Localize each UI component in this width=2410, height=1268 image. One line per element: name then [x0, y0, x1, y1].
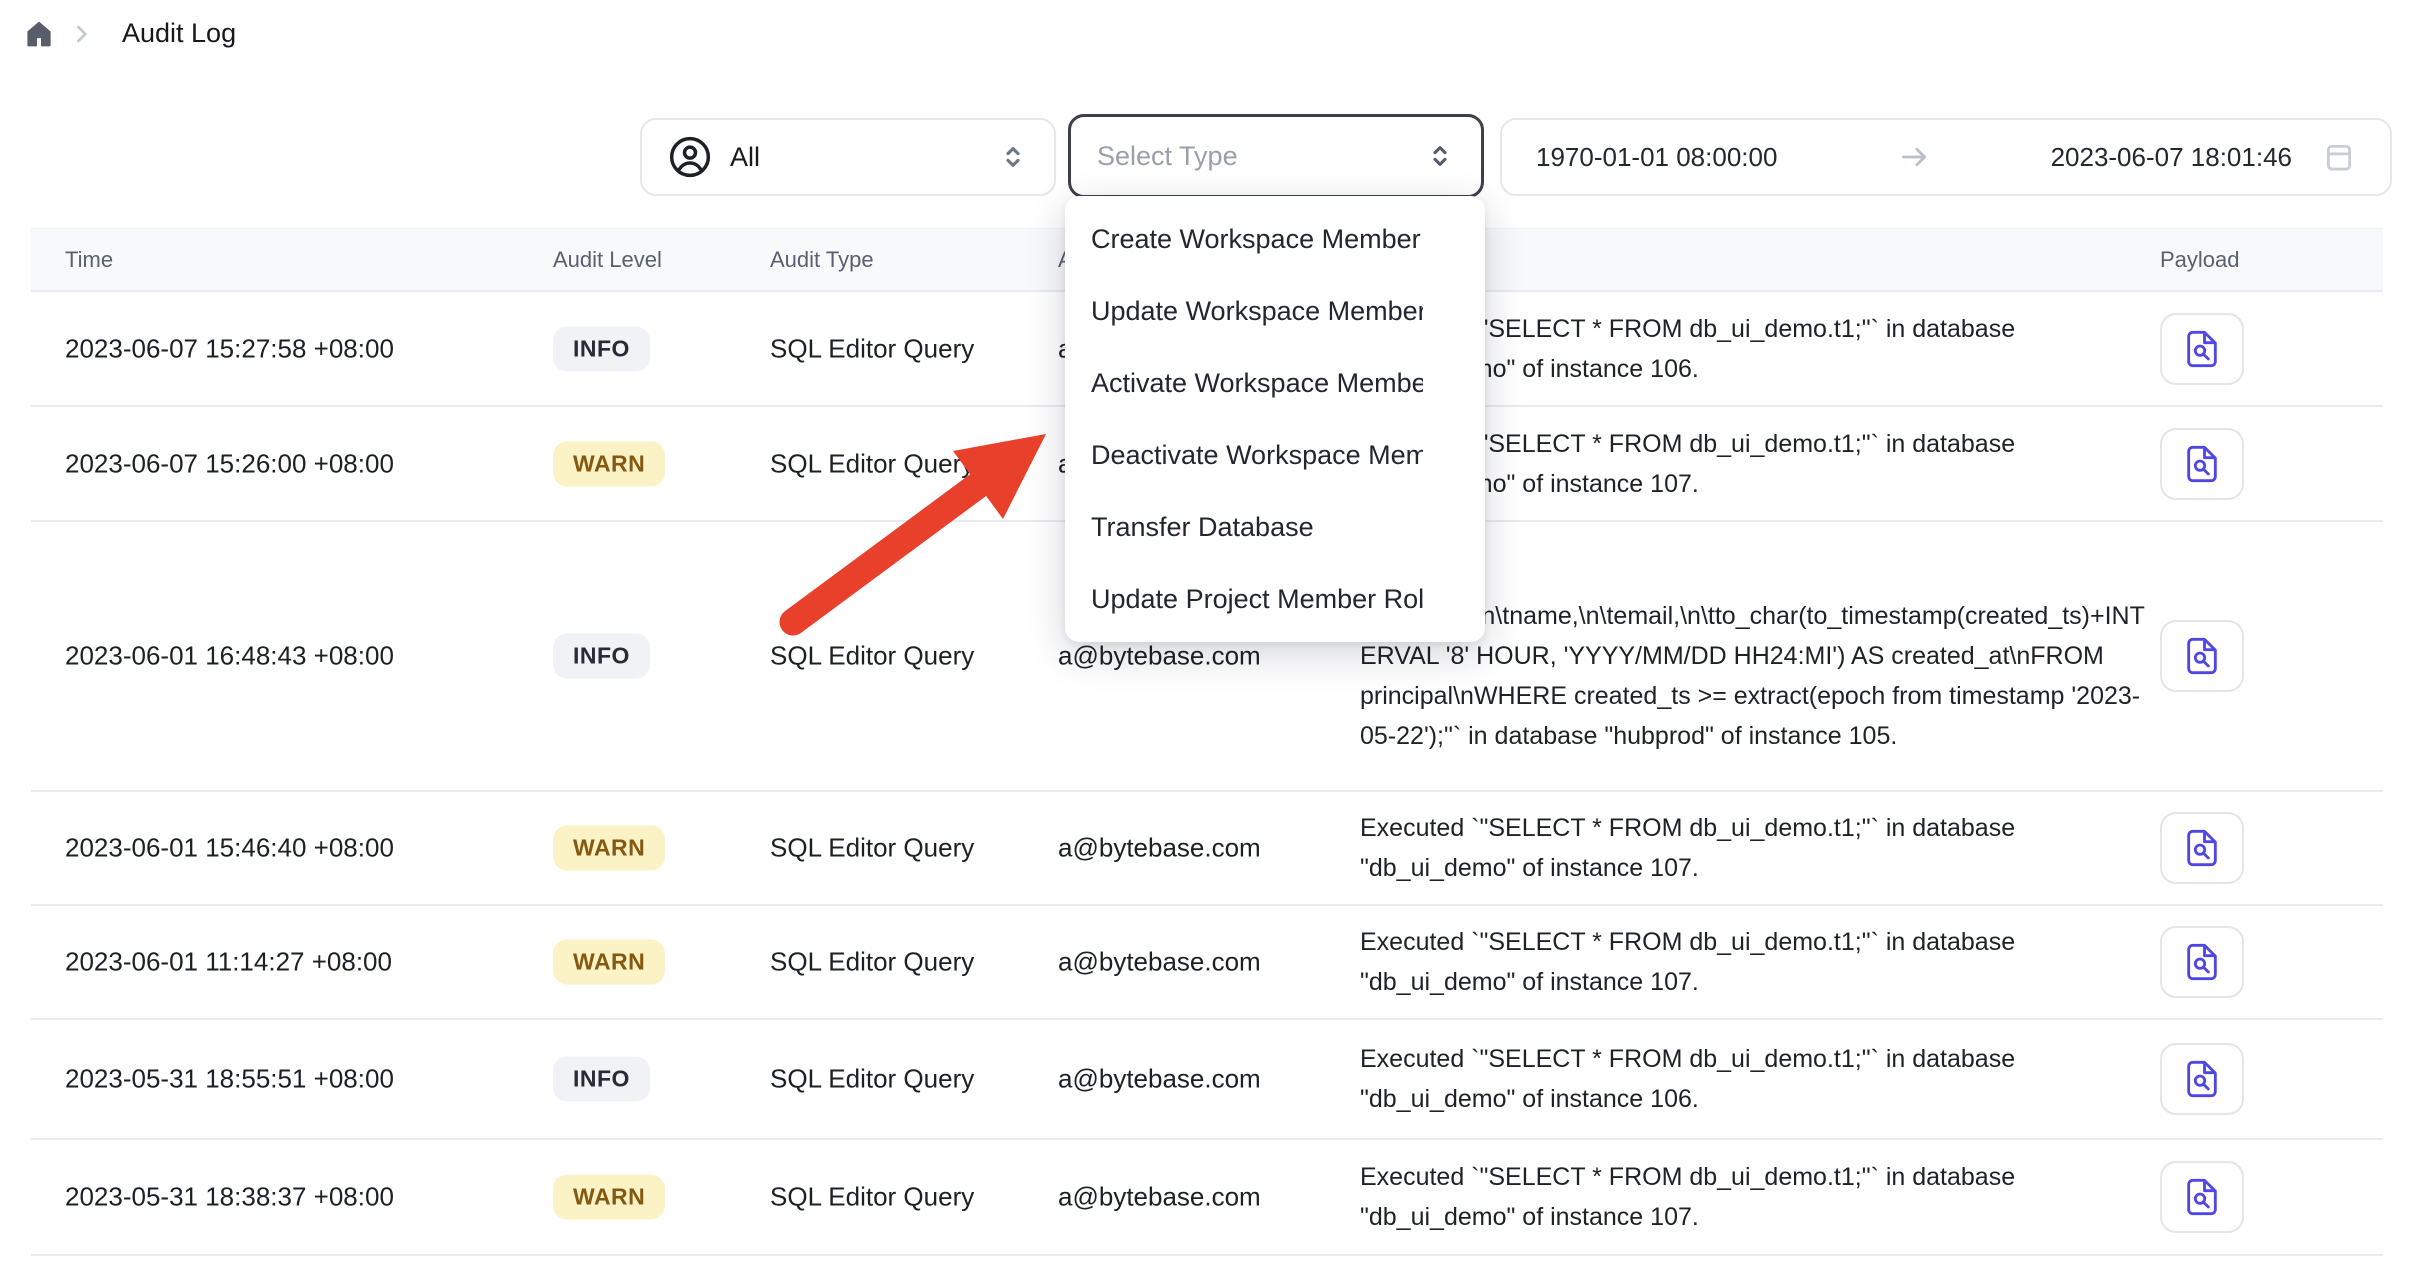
- type-menu-item[interactable]: Update Workspace Member: [1065, 275, 1485, 347]
- chevrons-up-down-icon: [1425, 141, 1455, 171]
- comment-cell: Executed `"SELECT * FROM db_ui_demo.t1;"…: [1360, 1039, 2145, 1119]
- audit-level-cell: WARN: [553, 940, 665, 985]
- chevron-right-icon: [68, 21, 94, 47]
- table-row: 2023-06-01 11:14:27 +08:00 WARN SQL Editor…: [31, 906, 2383, 1020]
- payload-cell: [2160, 926, 2244, 998]
- col-header-level: Audit Level: [553, 247, 662, 273]
- type-filter-select[interactable]: Select Type: [1068, 114, 1484, 198]
- breadcrumb: Audit Log: [24, 18, 236, 49]
- actor-filter-select[interactable]: All: [640, 118, 1056, 196]
- date-range-picker[interactable]: 1970-01-01 08:00:00 2023-06-07 18:01:46: [1500, 118, 2392, 196]
- type-menu-item-label: Update Project Member Role: [1091, 584, 1423, 615]
- type-menu-item[interactable]: Deactivate Workspace Member: [1065, 419, 1485, 491]
- payload-cell: [2160, 313, 2244, 385]
- audit-level-cell: INFO: [553, 1057, 650, 1102]
- table-row: 2023-05-31 18:38:37 +08:00 WARN SQL Editor…: [31, 1140, 2383, 1256]
- table-row: 2023-05-31 18:55:51 +08:00 INFO SQL Editor…: [31, 1020, 2383, 1140]
- payload-button[interactable]: [2160, 428, 2244, 500]
- next-row-sliver: [31, 1256, 2383, 1268]
- type-menu-item-label: Create Workspace Member: [1091, 224, 1423, 255]
- payload-cell: [2160, 620, 2244, 692]
- audit-level-cell: WARN: [553, 826, 665, 871]
- actor-cell: a@bytebase.com: [1058, 947, 1261, 978]
- chevrons-up-down-icon: [998, 142, 1028, 172]
- audit-level-cell: INFO: [553, 326, 650, 371]
- audit-type-cell: SQL Editor Query: [770, 1064, 974, 1095]
- file-search-icon: [2182, 329, 2222, 369]
- audit-level-badge: INFO: [553, 326, 650, 371]
- time-cell: 2023-06-07 15:26:00 +08:00: [65, 448, 394, 479]
- type-menu-item[interactable]: Transfer Database: [1065, 491, 1485, 563]
- file-search-icon: [2182, 636, 2222, 676]
- audit-level-badge: WARN: [553, 826, 665, 871]
- type-menu-item-label: Transfer Database: [1091, 512, 1423, 543]
- type-menu-item[interactable]: Update Project Member Role: [1065, 563, 1485, 635]
- type-filter-placeholder: Select Type: [1097, 141, 1238, 172]
- type-select-dropdown: Create Workspace Member Update Workspace …: [1065, 196, 1485, 642]
- page-title: Audit Log: [108, 18, 236, 49]
- payload-cell: [2160, 1161, 2244, 1233]
- date-range-start[interactable]: 1970-01-01 08:00:00: [1536, 142, 1777, 173]
- actor-filter-value: All: [730, 142, 760, 173]
- comment-cell: Executed `"SELECT * FROM db_ui_demo.t1;"…: [1360, 1157, 2145, 1237]
- col-header-time: Time: [65, 247, 113, 273]
- actor-cell: a@bytebase.com: [1058, 641, 1261, 672]
- col-header-type: Audit Type: [770, 247, 874, 273]
- circle-user-icon: [668, 135, 712, 179]
- audit-level-badge: WARN: [553, 940, 665, 985]
- file-search-icon: [2182, 942, 2222, 982]
- time-cell: 2023-06-01 11:14:27 +08:00: [65, 947, 392, 978]
- audit-level-cell: WARN: [553, 441, 665, 486]
- file-search-icon: [2182, 444, 2222, 484]
- type-menu-item[interactable]: Activate Workspace Member: [1065, 347, 1485, 419]
- file-search-icon: [2182, 1177, 2222, 1217]
- payload-button[interactable]: [2160, 313, 2244, 385]
- time-cell: 2023-06-07 15:27:58 +08:00: [65, 333, 394, 364]
- payload-button[interactable]: [2160, 1043, 2244, 1115]
- arrow-right-icon: [1897, 140, 1931, 174]
- audit-type-cell: SQL Editor Query: [770, 947, 974, 978]
- col-header-payload: Payload: [2160, 247, 2240, 273]
- audit-type-cell: SQL Editor Query: [770, 833, 974, 864]
- audit-level-badge: WARN: [553, 1175, 665, 1220]
- audit-level-cell: INFO: [553, 634, 650, 679]
- home-icon[interactable]: [24, 19, 54, 49]
- table-row: 2023-06-01 15:46:40 +08:00 WARN SQL Editor…: [31, 792, 2383, 906]
- payload-cell: [2160, 812, 2244, 884]
- actor-cell: a@bytebase.com: [1058, 1182, 1261, 1213]
- type-menu-item[interactable]: Create Workspace Member: [1065, 203, 1485, 275]
- time-cell: 2023-05-31 18:55:51 +08:00: [65, 1064, 394, 1095]
- payload-button[interactable]: [2160, 620, 2244, 692]
- file-search-icon: [2182, 828, 2222, 868]
- type-menu-item-label: Update Workspace Member: [1091, 296, 1423, 327]
- payload-button[interactable]: [2160, 1161, 2244, 1233]
- file-search-icon: [2182, 1059, 2222, 1099]
- type-menu-item-label: Deactivate Workspace Member: [1091, 440, 1423, 471]
- audit-type-cell: SQL Editor Query: [770, 1182, 974, 1213]
- payload-button[interactable]: [2160, 812, 2244, 884]
- calendar-icon: [2322, 140, 2356, 174]
- audit-level-cell: WARN: [553, 1175, 665, 1220]
- payload-cell: [2160, 428, 2244, 500]
- audit-level-badge: INFO: [553, 634, 650, 679]
- audit-level-badge: WARN: [553, 441, 665, 486]
- comment-cell: Executed `"SELECT * FROM db_ui_demo.t1;"…: [1360, 922, 2145, 1002]
- audit-type-cell: SQL Editor Query: [770, 448, 974, 479]
- payload-cell: [2160, 1043, 2244, 1115]
- actor-cell: a@bytebase.com: [1058, 1064, 1261, 1095]
- actor-cell: a@bytebase.com: [1058, 833, 1261, 864]
- audit-type-cell: SQL Editor Query: [770, 641, 974, 672]
- date-range-end[interactable]: 2023-06-07 18:01:46: [2051, 142, 2292, 173]
- audit-log-page: Audit Log All Select Type 1970-01-01: [0, 0, 2410, 1268]
- audit-level-badge: INFO: [553, 1057, 650, 1102]
- time-cell: 2023-06-01 15:46:40 +08:00: [65, 833, 394, 864]
- type-menu-item-label: Activate Workspace Member: [1091, 368, 1423, 399]
- comment-cell: Executed `"SELECT * FROM db_ui_demo.t1;"…: [1360, 808, 2145, 888]
- time-cell: 2023-05-31 18:38:37 +08:00: [65, 1182, 394, 1213]
- time-cell: 2023-06-01 16:48:43 +08:00: [65, 641, 394, 672]
- payload-button[interactable]: [2160, 926, 2244, 998]
- audit-type-cell: SQL Editor Query: [770, 333, 974, 364]
